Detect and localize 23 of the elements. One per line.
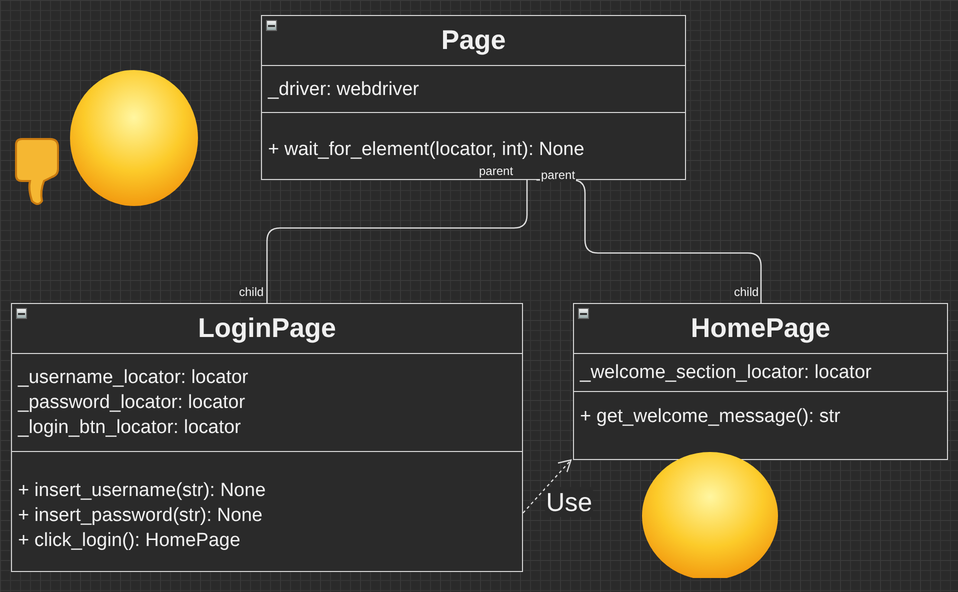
emoji-icon — [641, 450, 779, 578]
method-text: + insert_password(str): None — [18, 504, 264, 528]
method-text: + get_welcome_message(): str — [580, 405, 842, 429]
attribute-text: _welcome_section_locator: locator — [580, 361, 872, 385]
attribute-text: _password_locator: locator — [18, 391, 246, 415]
class-name: Page — [441, 25, 506, 56]
collapse-icon[interactable] — [16, 308, 27, 319]
class-name: LoginPage — [198, 313, 336, 344]
connector-label: Use — [545, 487, 594, 517]
emoji-icon — [68, 68, 200, 208]
method-text: + insert_username(str): None — [18, 479, 267, 503]
method-text: + click_login(): HomePage — [18, 529, 242, 553]
class-name: HomePage — [690, 313, 830, 344]
connector-label: parent — [478, 164, 514, 178]
connector-label: child — [238, 285, 265, 299]
attribute-text: _driver: webdriver — [268, 78, 420, 102]
collapse-icon[interactable] — [578, 308, 589, 319]
method-text: + wait_for_element(locator, int): None — [268, 138, 586, 162]
connector-label: parent — [540, 168, 576, 182]
attribute-text: _login_btn_locator: locator — [18, 416, 242, 440]
connector-label: child — [733, 285, 760, 299]
collapse-icon[interactable] — [266, 20, 277, 31]
attribute-text: _username_locator: locator — [18, 366, 250, 390]
